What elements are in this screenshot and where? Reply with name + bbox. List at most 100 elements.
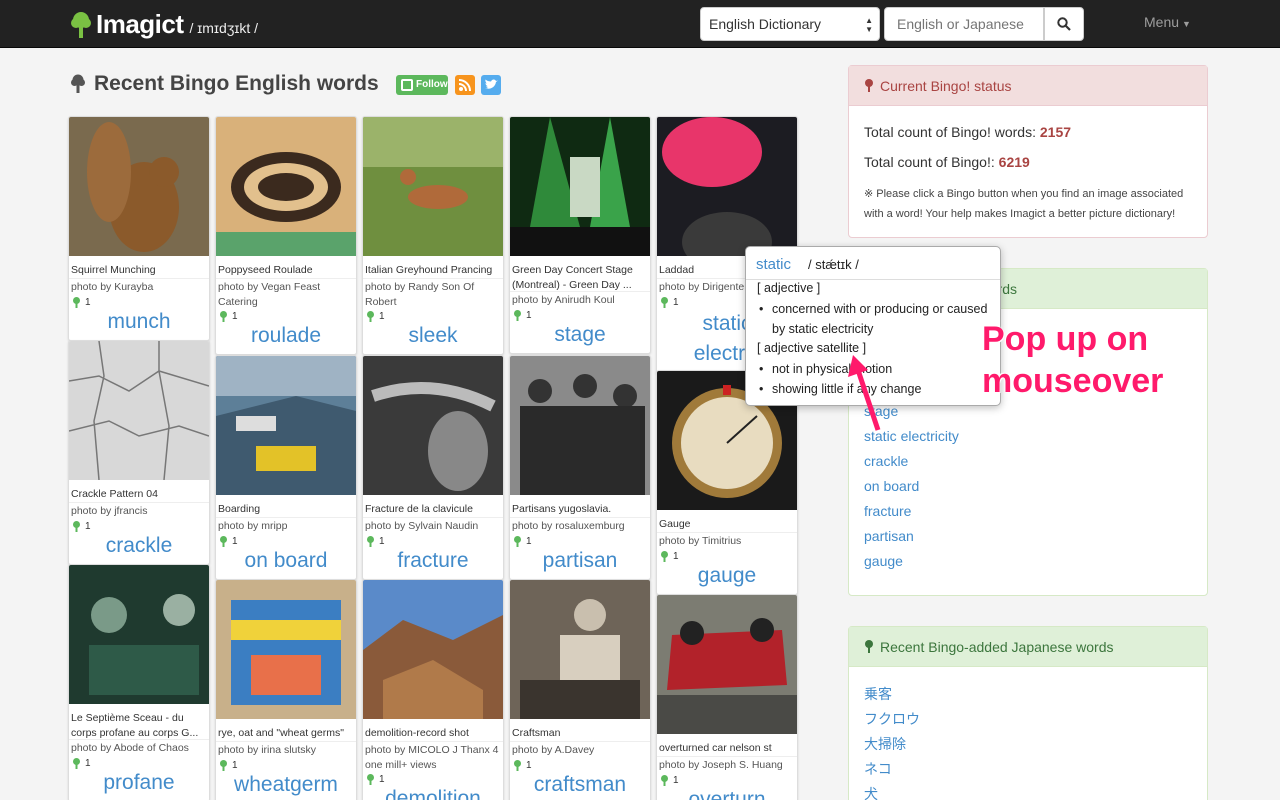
bingo-button[interactable]: 1 xyxy=(510,758,650,772)
card-image-stage[interactable] xyxy=(510,117,650,256)
photo-credit: photo by Abode of Chaos xyxy=(71,742,189,754)
panel-title: Recent Bingo-added Japanese words xyxy=(880,638,1114,655)
bingo-button[interactable]: 1 xyxy=(69,519,209,533)
japanese-word-link[interactable]: 大掃除 xyxy=(864,734,906,754)
word-link[interactable]: crackle xyxy=(69,533,209,564)
word-link[interactable]: sleek xyxy=(363,323,503,354)
brand-logo[interactable]: Imagict / ɪmɪdʒɪkt / xyxy=(70,9,258,40)
recent-word-link[interactable]: fracture xyxy=(864,503,911,519)
twitter-button[interactable] xyxy=(481,75,501,95)
bingo-tree-icon xyxy=(514,759,521,771)
word-link[interactable]: fracture xyxy=(363,548,503,579)
card-image-seventh-seal[interactable] xyxy=(69,565,209,704)
word-card[interactable]: Le Septième Sceau - du corps profane au … xyxy=(68,564,210,800)
popup-pronunciation: / stǽtɪk / xyxy=(808,257,859,272)
twitter-bird-icon xyxy=(485,79,498,89)
card-image-craftsman[interactable] xyxy=(510,580,650,719)
rss-button[interactable] xyxy=(455,75,475,95)
recent-word-link[interactable]: partisan xyxy=(864,528,914,544)
word-link[interactable]: partisan xyxy=(510,548,650,579)
card-image-overturned-car[interactable] xyxy=(657,595,797,734)
word-link[interactable]: profane xyxy=(69,770,209,800)
bingo-button[interactable]: 1 xyxy=(69,295,209,309)
help-note: ※ Please click a Bingo button when you f… xyxy=(864,188,1184,220)
card-image-xray[interactable] xyxy=(363,356,503,495)
popup-word[interactable]: static xyxy=(756,256,791,273)
card-image-demolition[interactable] xyxy=(363,580,503,719)
word-link[interactable]: wheatgerm xyxy=(216,772,356,800)
word-card[interactable]: Squirrel Munching photo by Kurayba 1 mun… xyxy=(68,116,210,341)
word-link[interactable]: roulade xyxy=(216,323,356,354)
bingo-button[interactable]: 1 xyxy=(510,534,650,548)
japanese-word-link[interactable]: ネコ xyxy=(864,759,892,779)
bingo-button[interactable]: 1 xyxy=(363,534,503,548)
photo-credit: photo by Timitrius xyxy=(659,535,742,547)
menu-dropdown[interactable]: Menu ▼ xyxy=(1144,14,1191,30)
word-card[interactable]: rye, oat and "wheat germs" photo by irin… xyxy=(215,579,357,800)
card-image-partisans[interactable] xyxy=(510,356,650,495)
word-link[interactable]: demolition xyxy=(363,786,503,800)
word-link[interactable]: munch xyxy=(69,309,209,340)
bingo-count: 1 xyxy=(379,535,385,547)
bingo-button[interactable]: 1 xyxy=(363,309,503,323)
word-link[interactable]: craftsman xyxy=(510,772,650,800)
word-link[interactable]: gauge xyxy=(657,563,797,594)
card-image-crackle[interactable] xyxy=(69,341,209,481)
word-card[interactable]: Crackle Pattern 04 photo by jfrancis 1 c… xyxy=(68,340,210,565)
word-card[interactable]: Poppyseed Roulade photo by Vegan Feast C… xyxy=(215,116,357,355)
recent-word-link[interactable]: crackle xyxy=(864,453,908,469)
word-card[interactable]: Italian Greyhound Prancing photo by Rand… xyxy=(362,116,504,355)
photo-credit: photo by irina slutsky xyxy=(218,744,317,756)
bingo-tree-icon xyxy=(73,520,80,532)
annotation-arrow-icon xyxy=(848,355,881,431)
bingo-tree-icon xyxy=(367,773,374,785)
bingo-status-panel: Current Bingo! status Total count of Bin… xyxy=(848,65,1208,238)
word-card[interactable]: Partisans yugoslavia. photo by rosaluxem… xyxy=(509,355,651,580)
bingo-button[interactable]: 1 xyxy=(69,756,209,770)
annotation-line-2: mouseover xyxy=(982,362,1164,400)
bingo-tree-icon xyxy=(367,310,374,322)
card-image-squirrel[interactable] xyxy=(69,117,209,256)
search-button[interactable] xyxy=(1044,7,1084,41)
japanese-word-link[interactable]: 犬 xyxy=(864,784,878,800)
bingo-button[interactable]: 1 xyxy=(216,309,356,323)
bingo-button[interactable]: 1 xyxy=(657,773,797,787)
card-image-boarding[interactable] xyxy=(216,356,356,495)
word-card[interactable]: Boarding photo by mripp 1 on board xyxy=(215,355,357,580)
card-image-fitness-bread[interactable] xyxy=(216,580,356,719)
dictionary-select[interactable]: English Dictionary ▲ ▼ xyxy=(700,7,880,41)
word-link[interactable]: stage xyxy=(510,322,650,353)
japanese-word-link[interactable]: フクロウ xyxy=(864,709,920,729)
bingo-button[interactable]: 1 xyxy=(216,758,356,772)
japanese-word-link[interactable]: 乗客 xyxy=(864,684,892,704)
recent-word-link[interactable]: on board xyxy=(864,478,919,494)
select-arrows-icon: ▲ ▼ xyxy=(865,16,873,34)
word-card[interactable]: Fracture de la clavicule photo by Sylvai… xyxy=(362,355,504,580)
bingo-button[interactable]: 1 xyxy=(216,534,356,548)
bingo-tree-icon xyxy=(73,757,80,769)
card-image-roulade[interactable] xyxy=(216,117,356,256)
rss-icon xyxy=(458,79,471,92)
menu-label: Menu xyxy=(1144,14,1180,30)
word-card[interactable]: Green Day Concert Stage (Montreal) - Gre… xyxy=(509,116,651,354)
brand-name: Imagict xyxy=(96,9,184,39)
photo-credit: photo by Randy Son Of Robert xyxy=(365,281,475,308)
bingo-count: 1 xyxy=(673,296,679,308)
bingo-button[interactable]: 1 xyxy=(657,549,797,563)
word-link[interactable]: on board xyxy=(216,548,356,579)
bingo-tree-icon xyxy=(661,296,668,308)
bingo-button[interactable]: 1 xyxy=(363,772,503,786)
bingo-count: 1 xyxy=(379,310,385,322)
search-input[interactable] xyxy=(884,7,1044,41)
recent-word-link[interactable]: gauge xyxy=(864,553,903,569)
word-card[interactable]: demolition-record shot photo by MICOLO J… xyxy=(362,579,504,800)
word-card[interactable]: overturned car nelson st photo by Joseph… xyxy=(656,594,798,800)
follow-button[interactable]: Follow xyxy=(396,75,448,95)
card-image-balloon[interactable] xyxy=(657,117,797,272)
bingo-button[interactable]: 1 xyxy=(510,308,650,322)
follow-label: Follow xyxy=(416,79,448,90)
card-image-greyhound[interactable] xyxy=(363,117,503,256)
bingo-count: 1 xyxy=(526,309,532,321)
word-card[interactable]: Craftsman photo by A.Davey 1 craftsman xyxy=(509,579,651,800)
word-link[interactable]: overturn xyxy=(657,787,797,800)
